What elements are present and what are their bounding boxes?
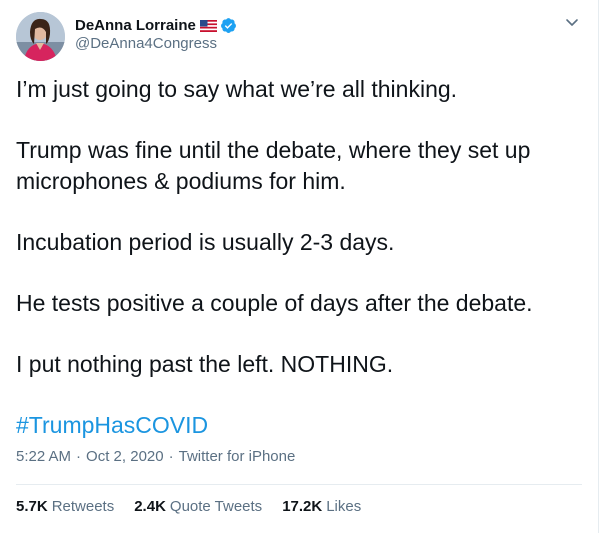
tweet-line: Trump was fine until the debate, where t… [16,137,531,163]
avatar-photo [16,12,65,61]
likes-stat[interactable]: 17.2K Likes [282,498,361,515]
tweet-source-link[interactable]: Twitter for iPhone [179,448,296,465]
engagement-stats: 5.7K Retweets 2.4K Quote Tweets 17.2K Likes [16,498,361,515]
author-handle[interactable]: @DeAnna4Congress [75,35,217,52]
tweet-date-link[interactable]: Oct 2, 2020 [86,448,164,465]
retweets-stat[interactable]: 5.7K Retweets [16,498,114,515]
quote-tweets-count: 2.4K [134,498,166,515]
quote-tweets-label: Quote Tweets [169,498,263,515]
author-name-row[interactable]: DeAnna Lorraine [75,15,237,35]
hashtag-link[interactable]: #TrumpHasCOVID [16,410,208,441]
tweet-time-link[interactable]: 5:22 AM [16,448,71,465]
meta-separator: · [168,448,174,465]
tweet-line: He tests positive a couple of days after… [16,290,533,316]
retweets-label: Retweets [51,498,115,515]
likes-label: Likes [326,498,362,515]
author-display-name[interactable]: DeAnna Lorraine [75,17,196,34]
tweet-line: Incubation period is usually 2-3 days. [16,229,395,255]
retweets-count: 5.7K [16,498,48,515]
tweet-meta: 5:22 AM · Oct 2, 2020 · Twitter for iPho… [16,448,295,465]
tweet-card: DeAnna Lorraine @DeAnna4Congress I’m jus… [0,0,599,533]
divider [16,484,582,485]
quote-tweets-stat[interactable]: 2.4K Quote Tweets [134,498,262,515]
tweet-line: I put nothing past the left. NOTHING. [16,351,394,377]
us-flag-icon [199,19,217,32]
meta-separator: · [76,448,82,465]
likes-count: 17.2K [282,498,323,515]
more-options-chevron-icon[interactable] [562,12,582,32]
tweet-line: microphones & podiums for him. [16,168,346,194]
verified-badge-icon [220,17,237,34]
avatar[interactable] [16,12,65,61]
tweet-line: I’m just going to say what we’re all thi… [16,76,458,102]
